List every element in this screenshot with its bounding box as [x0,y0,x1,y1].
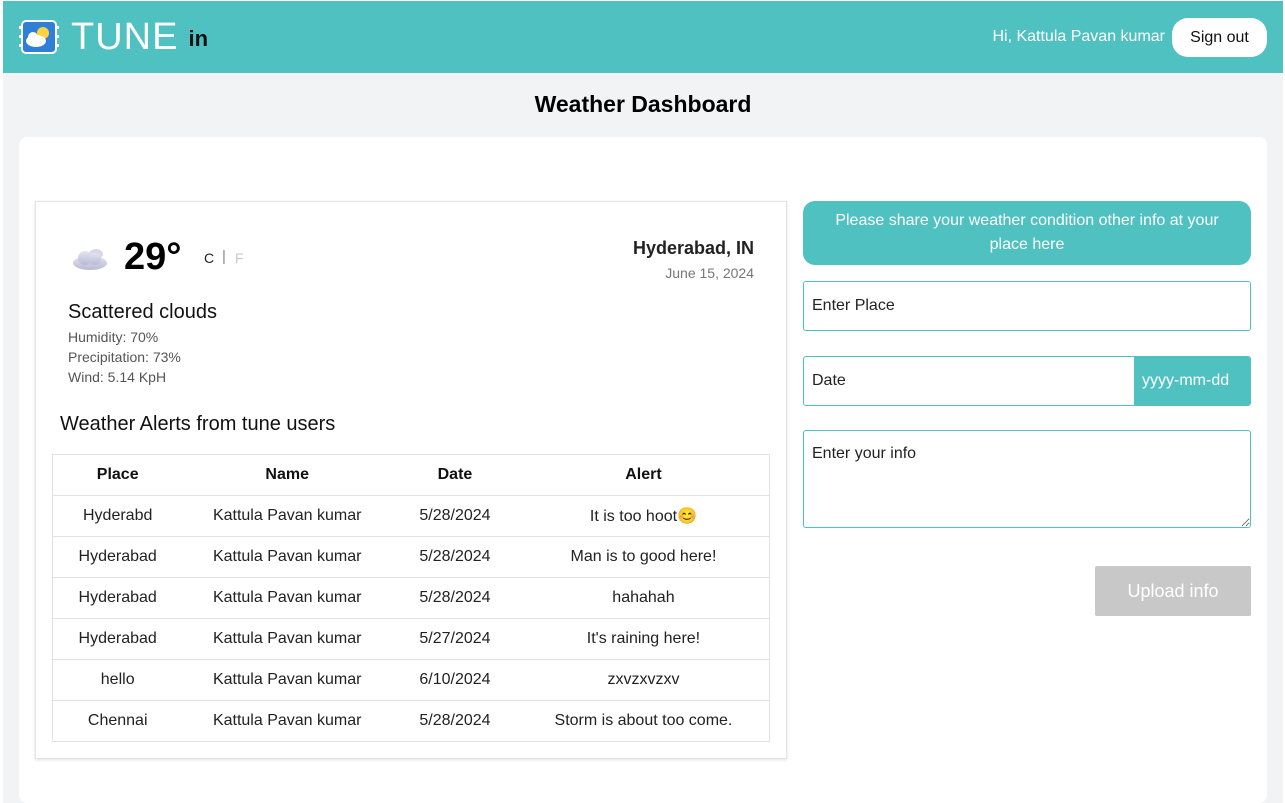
table-row: Hyderabad Kattula Pavan kumar 5/27/2024 … [52,618,770,660]
table-row: Hyderabd Kattula Pavan kumar 5/28/2024 I… [52,495,770,537]
cell-date: 5/28/2024 [392,577,518,619]
cell-alert: zxvzxvzxv [517,659,770,701]
column-header-place: Place [52,454,183,496]
cell-date: 5/27/2024 [392,618,518,660]
cell-alert: Man is to good here! [517,536,770,578]
upload-info-button[interactable]: Upload info [1095,566,1251,616]
cell-name: Kattula Pavan kumar [182,618,393,660]
unit-celsius-toggle[interactable]: C [204,250,214,266]
cell-name: Kattula Pavan kumar [182,536,393,578]
user-greeting: Hi, Kattula Pavan kumar [992,28,1165,45]
navbar: TUNE in Hi, Kattula Pavan kumar Sign out [3,1,1283,73]
cell-place: Chennai [87,712,148,729]
column-header-name: Name [182,454,393,496]
alerts-heading: Weather Alerts from tune users [60,413,336,435]
page-title: Weather Dashboard [534,91,752,117]
cell-place: hello [52,659,183,701]
cell-alert: Storm is about too come. [554,712,733,729]
cell-name: Kattula Pavan kumar [182,577,393,619]
info-textarea[interactable] [803,430,1251,528]
column-header-date: Date [392,454,518,496]
cloud-icon [73,249,107,270]
cell-name: Kattula Pavan kumar [182,495,393,537]
weather-app-logo-icon [19,20,59,54]
brand-name: TUNE [71,16,179,58]
dashboard-card: 29° C | F Hyderabad, IN June 15, 2024 Sc… [19,137,1267,803]
cell-place: Hyderabad [52,618,183,660]
cell-name: Kattula Pavan kumar [182,659,393,701]
weather-card: 29° C | F Hyderabad, IN June 15, 2024 Sc… [35,201,787,759]
unit-fahrenheit-toggle[interactable]: F [235,250,244,266]
date-field-group: Date [803,356,1251,406]
brand-suffix: in [188,26,209,51]
cell-place: Hyderabad [52,577,183,619]
table-row: Chennai Kattula Pavan kumar 5/28/2024 St… [53,701,770,742]
cell-date: 5/28/2024 [419,712,491,729]
brand[interactable]: TUNE in [71,15,208,59]
alerts-table: Place Name Date Alert Hyderabd Kattula P… [52,454,770,742]
cell-date: 5/28/2024 [392,495,518,537]
table-row: Hyderabad Kattula Pavan kumar 5/28/2024 … [52,577,770,619]
temperature: 29° [124,236,182,278]
humidity: Humidity: 70% [68,329,159,345]
wind: Wind: 5.14 KpH [68,369,167,385]
cell-name: Kattula Pavan kumar [212,712,362,729]
cell-date: 5/28/2024 [392,536,518,578]
cell-alert: hahahah [517,577,770,619]
date-input[interactable] [1134,357,1250,405]
share-info-banner: Please share your weather condition othe… [803,201,1251,265]
table-header-row: Place Name Date Alert [52,454,770,496]
column-header-alert: Alert [517,454,770,496]
place-input[interactable] [803,281,1251,331]
date-label: Date [812,372,846,389]
sign-out-button[interactable]: Sign out [1172,18,1267,57]
cell-date: 6/10/2024 [392,659,518,701]
precipitation: Precipitation: 73% [68,349,181,365]
unit-separator: | [222,248,226,265]
cell-alert: It is too hoot😊 [517,495,770,537]
location: Hyderabad, IN [632,238,754,258]
cell-alert: It's raining here! [517,618,770,660]
table-row: Hyderabad Kattula Pavan kumar 5/28/2024 … [52,536,770,578]
cell-place: Hyderabad [52,536,183,578]
weather-condition: Scattered clouds [68,301,217,323]
app-root: TUNE in Hi, Kattula Pavan kumar Sign out… [3,1,1283,803]
weather-date: June 15, 2024 [665,265,754,281]
table-row: hello Kattula Pavan kumar 6/10/2024 zxvz… [52,659,770,701]
cell-place: Hyderabd [52,495,183,537]
